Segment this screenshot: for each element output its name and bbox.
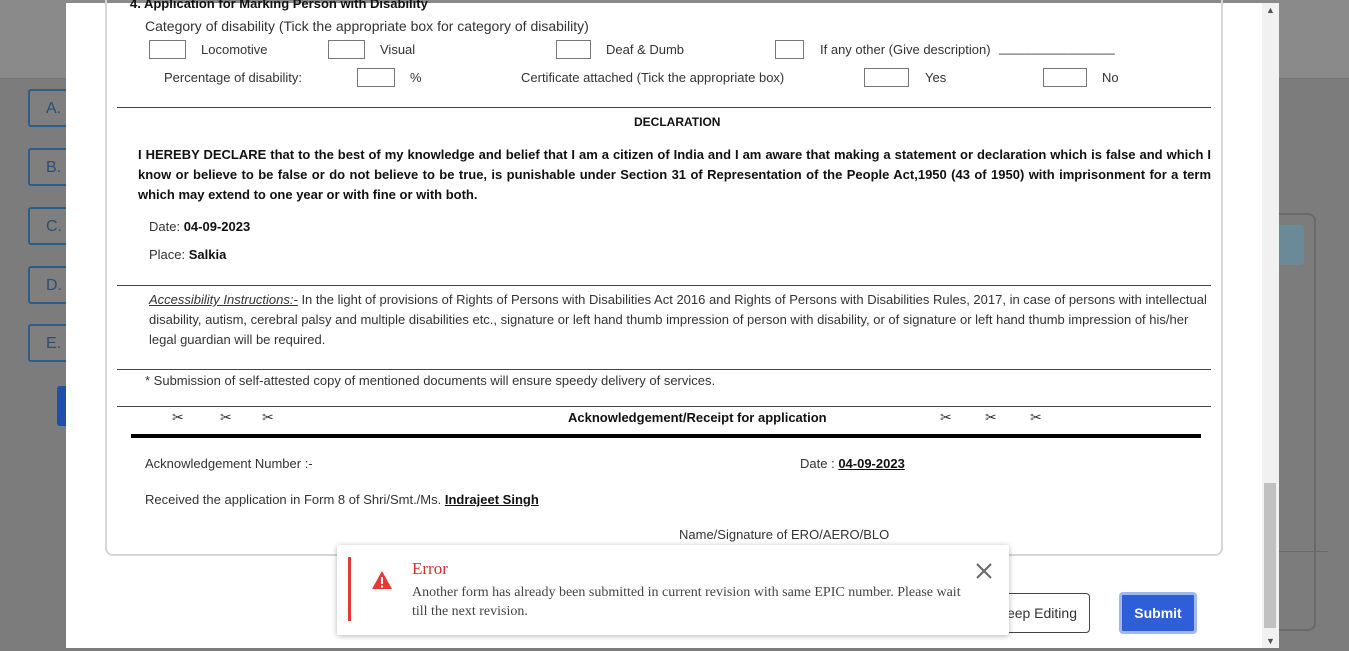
date-value: 04-09-2023 xyxy=(183,219,251,234)
other-label: If any other (Give description) xyxy=(820,42,991,57)
scissors-icon: ✂ xyxy=(940,409,952,425)
date-label: Date: xyxy=(149,219,181,234)
acknowledgement-number-label: Acknowledgement Number :- xyxy=(145,456,313,471)
background-divider xyxy=(1278,551,1328,552)
place-value: Salkia xyxy=(188,247,227,262)
error-toast-accent xyxy=(348,557,351,621)
accessibility-title: Accessibility Instructions:- xyxy=(149,292,298,307)
percentage-label: Percentage of disability: xyxy=(164,70,303,85)
place-row: Place: Salkia xyxy=(149,247,226,262)
scrollbar-thumb[interactable] xyxy=(1264,483,1276,628)
divider xyxy=(117,406,1211,407)
background-chip xyxy=(1278,225,1304,265)
acknowledgement-date-row: Date : 04-09-2023 xyxy=(800,456,905,471)
visual-checkbox[interactable] xyxy=(328,40,365,59)
category-label: Category of disability (Tick the appropr… xyxy=(145,18,589,34)
scissors-icon: ✂ xyxy=(172,409,184,425)
error-toast-title: Error xyxy=(412,559,448,578)
accessibility-instructions: Accessibility Instructions:- In the ligh… xyxy=(149,290,1211,350)
scroll-down-arrow-icon[interactable]: ▼ xyxy=(1266,636,1275,646)
modal-scrollbar[interactable]: ▲ ▼ xyxy=(1262,3,1279,648)
received-name: Indrajeet Singh xyxy=(444,492,539,507)
deaf-dumb-label: Deaf & Dumb xyxy=(606,42,685,57)
scissors-icon: ✂ xyxy=(1030,409,1042,425)
close-icon[interactable] xyxy=(974,561,994,581)
scissors-icon: ✂ xyxy=(220,409,232,425)
declaration-heading: DECLARATION xyxy=(634,115,721,129)
visual-label: Visual xyxy=(380,42,416,57)
percentage-box[interactable] xyxy=(357,68,395,87)
submit-button[interactable]: Submit xyxy=(1119,592,1197,634)
acknowledgement-date-value: 04-09-2023 xyxy=(838,456,905,471)
declaration-text: I HEREBY DECLARE that to the best of my … xyxy=(138,147,1211,202)
divider xyxy=(117,107,1211,108)
error-toast: Error Another form has already been subm… xyxy=(337,545,1009,635)
scissors-icon: ✂ xyxy=(985,409,997,425)
divider xyxy=(117,285,1211,286)
submission-note: * Submission of self-attested copy of me… xyxy=(145,373,716,388)
certificate-no-label: No xyxy=(1102,70,1119,85)
deaf-dumb-checkbox[interactable] xyxy=(556,40,591,59)
divider xyxy=(117,369,1211,370)
acknowledgement-heading: Acknowledgement/Receipt for application xyxy=(568,410,827,425)
certificate-yes-label: Yes xyxy=(925,70,947,85)
accessibility-text: In the light of provisions of Rights of … xyxy=(149,292,1207,347)
warning-icon xyxy=(372,571,392,589)
percent-sign: % xyxy=(410,70,422,85)
signature-label: Name/Signature of ERO/AERO/BLO xyxy=(679,527,890,542)
certificate-yes-checkbox[interactable] xyxy=(864,68,909,87)
acknowledgement-date-label: Date : xyxy=(800,456,835,471)
cut-line xyxy=(131,434,1201,438)
date-row: Date: 04-09-2023 xyxy=(149,219,250,234)
place-label: Place: xyxy=(149,247,186,262)
locomotive-checkbox[interactable] xyxy=(149,40,186,59)
other-description-blank: ________________ xyxy=(999,40,1115,55)
locomotive-label: Locomotive xyxy=(201,42,268,57)
received-row: Received the application in Form 8 of Sh… xyxy=(145,492,539,507)
received-label: Received the application in Form 8 of Sh… xyxy=(145,492,442,507)
error-toast-message: Another form has already been submitted … xyxy=(412,585,961,619)
other-checkbox[interactable] xyxy=(775,40,804,59)
section-heading: 4. Application for Marking Person with D… xyxy=(130,0,428,11)
scissors-icon: ✂ xyxy=(262,409,274,425)
certificate-label: Certificate attached (Tick the appropria… xyxy=(521,70,785,85)
background-panel xyxy=(1278,213,1316,631)
scroll-up-arrow-icon[interactable]: ▲ xyxy=(1266,5,1275,15)
certificate-no-checkbox[interactable] xyxy=(1043,68,1087,87)
